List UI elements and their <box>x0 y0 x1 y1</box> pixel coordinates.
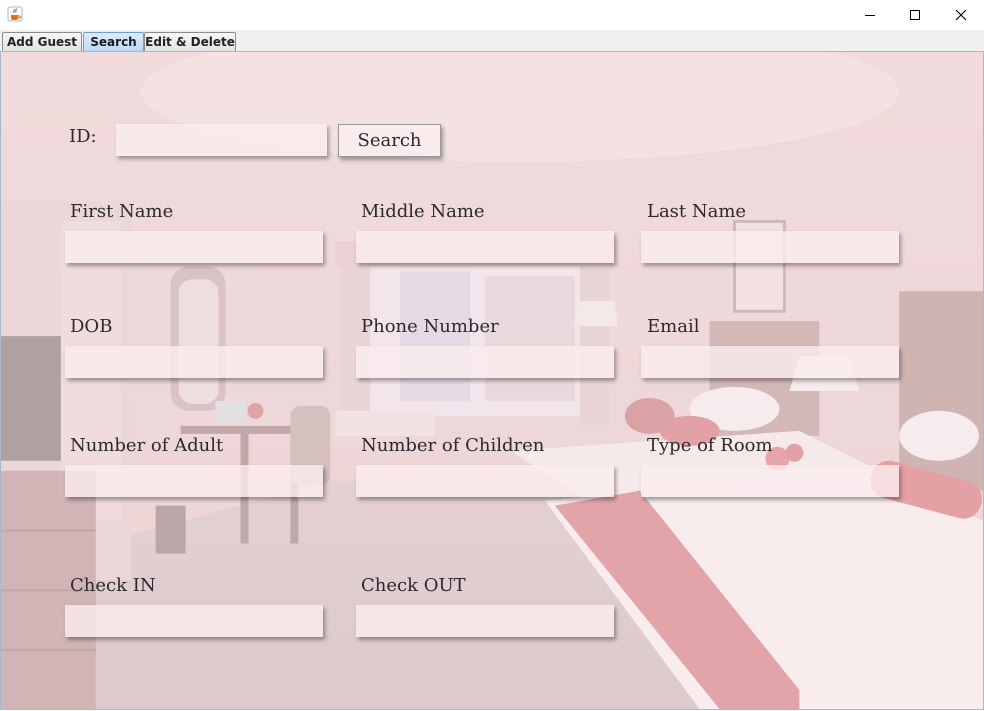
dob-label: DOB <box>70 316 113 337</box>
middle-name-field[interactable] <box>356 231 614 263</box>
minimize-icon <box>865 15 875 16</box>
first-name-label: First Name <box>70 201 174 222</box>
close-icon <box>955 9 967 21</box>
phone-number-label: Phone Number <box>361 316 499 337</box>
check-in-label: Check IN <box>70 575 156 596</box>
type-of-room-label: Type of Room <box>647 435 773 456</box>
type-of-room-field[interactable] <box>641 465 899 497</box>
minimize-button[interactable] <box>847 0 893 30</box>
tab-edit-delete[interactable]: Edit & Delete <box>144 32 236 51</box>
dob-field[interactable] <box>65 346 323 378</box>
tab-strip: Add Guest Search Edit & Delete <box>0 30 984 52</box>
search-button[interactable]: Search <box>338 124 441 157</box>
last-name-field[interactable] <box>641 231 899 263</box>
number-of-children-field[interactable] <box>356 465 614 497</box>
java-app-icon <box>7 6 23 22</box>
last-name-label: Last Name <box>647 201 747 222</box>
id-input[interactable] <box>116 124 327 156</box>
id-label: ID: <box>69 126 97 147</box>
phone-number-field[interactable] <box>356 346 614 378</box>
title-bar <box>0 0 984 30</box>
tab-add-guest[interactable]: Add Guest <box>2 32 82 51</box>
tab-search[interactable]: Search <box>83 32 144 51</box>
maximize-icon <box>910 10 920 20</box>
first-name-field[interactable] <box>65 231 323 263</box>
email-label: Email <box>647 316 700 337</box>
search-panel: ID: Search First Name Middle Name Last N… <box>0 51 984 710</box>
close-button[interactable] <box>938 0 984 30</box>
maximize-button[interactable] <box>892 0 938 30</box>
number-of-adult-field[interactable] <box>65 465 323 497</box>
number-of-children-label: Number of Children <box>361 435 545 456</box>
check-out-label: Check OUT <box>361 575 466 596</box>
check-in-field[interactable] <box>65 605 323 637</box>
email-field[interactable] <box>641 346 899 378</box>
middle-name-label: Middle Name <box>361 201 485 222</box>
number-of-adult-label: Number of Adult <box>70 435 224 456</box>
check-out-field[interactable] <box>356 605 614 637</box>
